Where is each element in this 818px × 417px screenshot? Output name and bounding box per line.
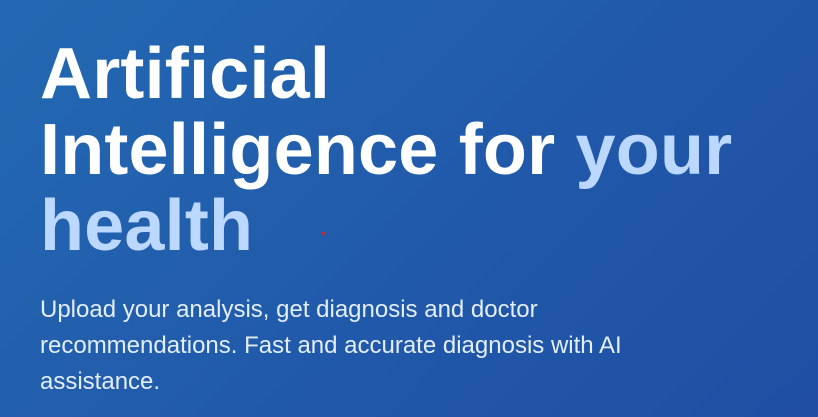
hero-subtitle: Upload your analysis, get diagnosis and … <box>40 296 622 395</box>
hero-title-line-1: Artificial <box>40 34 331 114</box>
hero-title-accent-health: health <box>40 186 254 266</box>
hero-title-accent-your: your <box>575 110 733 190</box>
hero-title-line-2: Intelligence for <box>40 110 556 190</box>
hero-section: Artificial Intelligence for your health … <box>40 36 800 395</box>
mouse-cursor-dot <box>322 232 325 235</box>
hero-title: Artificial Intelligence for your health <box>40 36 800 264</box>
